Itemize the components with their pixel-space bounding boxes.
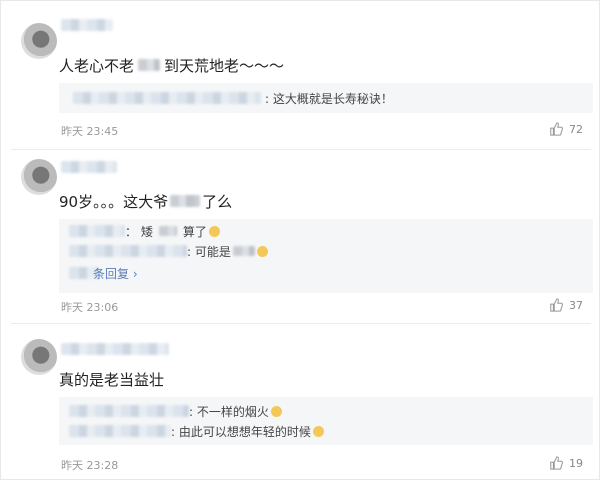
- reply-text-content: : 可能是: [187, 245, 231, 259]
- timestamp: 昨天 23:28: [61, 459, 119, 472]
- timestamp: 昨天 23:45: [61, 125, 119, 138]
- comment-text: 90岁。。。这大爷 了么: [59, 191, 232, 212]
- comment-item-1: 人老心不老 到天荒地老～～～ : 这大概就是长寿秘诀！ 昨天 23:45 72: [1, 1, 600, 151]
- like-count: 72: [569, 122, 583, 136]
- more-replies-label: 条回复: [93, 267, 130, 281]
- avatar[interactable]: [21, 339, 57, 375]
- username-blurred[interactable]: [61, 343, 169, 355]
- avatar[interactable]: [21, 159, 57, 195]
- emoji-icon: [256, 246, 268, 257]
- comment-text-part-2: 了么: [202, 193, 233, 211]
- emoji-icon: [312, 426, 324, 437]
- comment-text: 真的是老当益壮: [59, 371, 165, 389]
- reply-text-part-2: 算了: [182, 225, 207, 239]
- emoji-icon: [208, 226, 220, 237]
- divider: [11, 149, 591, 150]
- reply-text-content: : 由此可以想想年轻的时候: [171, 425, 311, 439]
- thumbs-up-icon: [550, 456, 563, 470]
- reply-text: ： 矮 算了: [125, 223, 220, 240]
- comment-item-2: 90岁。。。这大爷 了么 ： 矮 算了 : 可能是 条回复 › 昨天 23:06 3…: [1, 151, 600, 324]
- reply-box: : 不一样的烟火 : 由此可以想想年轻的时候: [59, 397, 593, 445]
- emoji-icon: [270, 406, 282, 417]
- reply-text-part-1: ： 矮: [125, 225, 153, 239]
- like-count: 37: [569, 298, 583, 312]
- like-button[interactable]: 19: [549, 456, 583, 470]
- reply-text: : 由此可以想想年轻的时候: [171, 423, 324, 440]
- reply-username-blurred[interactable]: [69, 425, 171, 437]
- timestamp: 昨天 23:06: [61, 301, 119, 314]
- username-blurred[interactable]: [61, 19, 113, 31]
- avatar[interactable]: [21, 23, 57, 59]
- comment-text-part-1: 90岁。。。这大爷: [59, 193, 169, 211]
- more-replies-link[interactable]: 条回复 ›: [93, 265, 138, 282]
- like-button[interactable]: 37: [549, 298, 583, 312]
- comment-text-part-1: 人老心不老: [59, 57, 135, 75]
- comment-text: 人老心不老 到天荒地老～～～: [59, 55, 284, 76]
- thumbs-up-icon: [550, 298, 563, 312]
- thumbs-up-icon: [550, 122, 563, 136]
- like-button[interactable]: 72: [549, 122, 583, 136]
- reply-text: : 可能是: [187, 243, 268, 260]
- comment-item-3: 真的是老当益壮 : 不一样的烟火 : 由此可以想想年轻的时候 昨天 23:28 …: [1, 323, 600, 481]
- comment-list: 人老心不老 到天荒地老～～～ : 这大概就是长寿秘诀！ 昨天 23:45 72 9…: [0, 0, 600, 480]
- reply-text: : 这大概就是长寿秘诀！: [265, 92, 393, 106]
- reply-username-blurred[interactable]: [73, 92, 261, 104]
- username-blurred[interactable]: [61, 161, 117, 173]
- reply-username-blurred[interactable]: [69, 225, 125, 237]
- chevron-right-icon: ›: [129, 267, 138, 281]
- reply-username-blurred[interactable]: [69, 405, 189, 417]
- reply-box: ： 矮 算了 : 可能是 条回复 ›: [59, 219, 593, 293]
- comment-text-part-2: 到天荒地老～～～: [164, 57, 285, 75]
- reply-username-blurred[interactable]: [69, 245, 187, 257]
- reply-text-content: : 不一样的烟火: [189, 405, 269, 419]
- censored-blur: [170, 195, 201, 207]
- censored-blur: [232, 246, 255, 256]
- censored-blur: [158, 226, 177, 236]
- reply-text: : 不一样的烟火: [189, 403, 282, 420]
- like-count: 19: [569, 456, 583, 470]
- reply-box: : 这大概就是长寿秘诀！: [59, 83, 593, 113]
- censored-blur: [138, 59, 161, 71]
